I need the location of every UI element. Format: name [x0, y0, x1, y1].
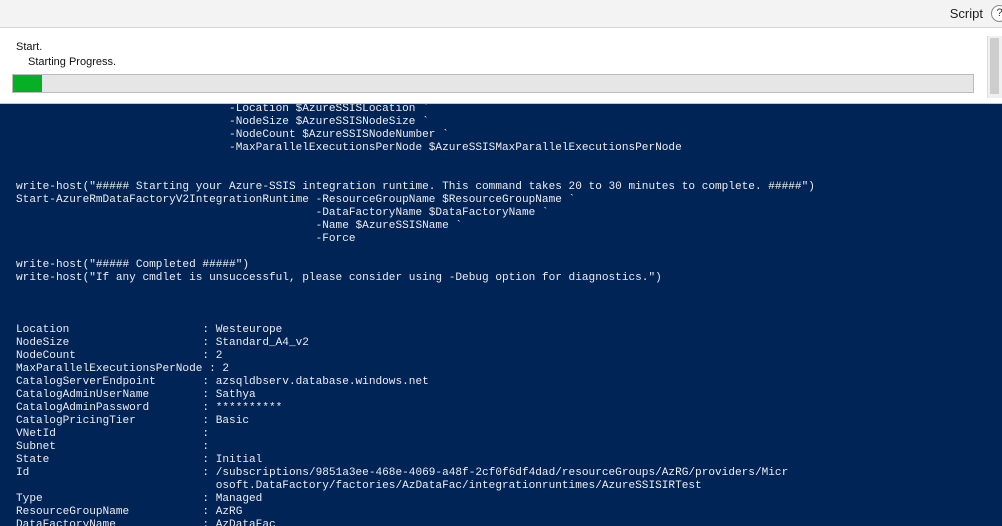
console-line: Subnet :	[16, 441, 210, 453]
console-line: Start-AzureRmDataFactoryV2IntegrationRun…	[16, 194, 576, 206]
console-line: Id : /subscriptions/9851a3ee-468e-4069-a…	[16, 467, 789, 479]
console-line: CatalogPricingTier : Basic	[16, 415, 250, 427]
console-line: CatalogServerEndpoint : azsqldbserv.data…	[16, 376, 429, 388]
console-line: CatalogAdminUserName : Sathya	[16, 389, 256, 401]
console-line: -Location $AzureSSISLocation `	[16, 104, 429, 115]
progress-activity-text: Starting Progress.	[28, 56, 117, 68]
progress-status-text: Start.	[16, 41, 43, 53]
progress-scrollbar[interactable]	[987, 36, 1002, 98]
console-line: -DataFactoryName $DataFactoryName `	[16, 207, 549, 219]
console-line: MaxParallelExecutionsPerNode : 2	[16, 363, 230, 375]
progress-bar-fill	[13, 75, 42, 92]
script-pane-label[interactable]: Script	[950, 6, 983, 21]
console-line: write-host("##### Starting your Azure-SS…	[16, 181, 815, 193]
console-line: write-host("If any cmdlet is unsuccessfu…	[16, 272, 662, 284]
progress-panel: Start. Starting Progress.	[0, 28, 1002, 104]
console-line: -NodeSize $AzureSSISNodeSize `	[16, 116, 429, 128]
console-line: NodeSize : Standard_A4_v2	[16, 337, 309, 349]
powershell-console[interactable]: -Location $AzureSSISLocation ` -NodeSize…	[0, 104, 1002, 526]
console-line: NodeCount : 2	[16, 350, 223, 362]
console-output: -Location $AzureSSISLocation ` -NodeSize…	[16, 104, 815, 526]
console-line: -MaxParallelExecutionsPerNode $AzureSSIS…	[16, 142, 682, 154]
console-line: -Name $AzureSSISName `	[16, 220, 463, 232]
progress-bar	[12, 74, 974, 93]
console-line: CatalogAdminPassword : **********	[16, 402, 283, 414]
scrollbar-thumb[interactable]	[990, 38, 999, 94]
console-line: write-host("##### Completed #####")	[16, 259, 250, 271]
console-line: Location : Westeurope	[16, 324, 283, 336]
console-line: ResourceGroupName : AzRG	[16, 506, 243, 518]
console-line: osoft.DataFactory/factories/AzDataFac/in…	[16, 480, 702, 492]
top-toolbar: Script ?	[0, 0, 1002, 28]
help-icon[interactable]: ?	[991, 5, 1002, 22]
console-line: -Force	[16, 233, 356, 245]
console-line: -NodeCount $AzureSSISNodeNumber `	[16, 129, 449, 141]
console-line: VNetId :	[16, 428, 210, 440]
console-line: DataFactoryName : AzDataFac	[16, 519, 276, 526]
console-line: State : Initial	[16, 454, 263, 466]
console-line: Type : Managed	[16, 493, 263, 505]
